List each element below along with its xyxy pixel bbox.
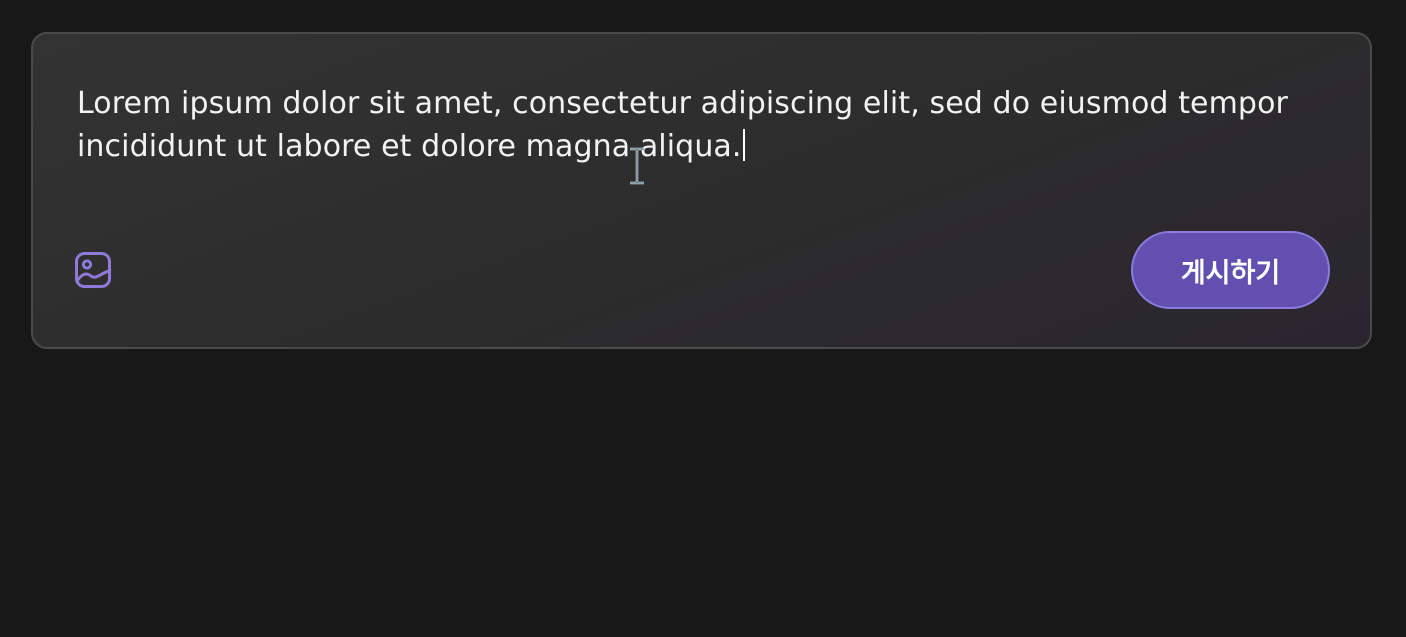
post-text-input[interactable]: Lorem ipsum dolor sit amet, consectetur … [77, 82, 1297, 168]
text-cursor-icon [630, 147, 644, 185]
text-caret [742, 129, 745, 161]
post-button[interactable]: 게시하기 [1131, 231, 1330, 309]
image-icon [75, 252, 111, 288]
post-text-content: Lorem ipsum dolor sit amet, consectetur … [77, 86, 1298, 164]
post-button-label: 게시하기 [1180, 257, 1281, 289]
post-composer: Lorem ipsum dolor sit amet, consectetur … [31, 32, 1372, 349]
add-image-button[interactable] [73, 250, 113, 290]
